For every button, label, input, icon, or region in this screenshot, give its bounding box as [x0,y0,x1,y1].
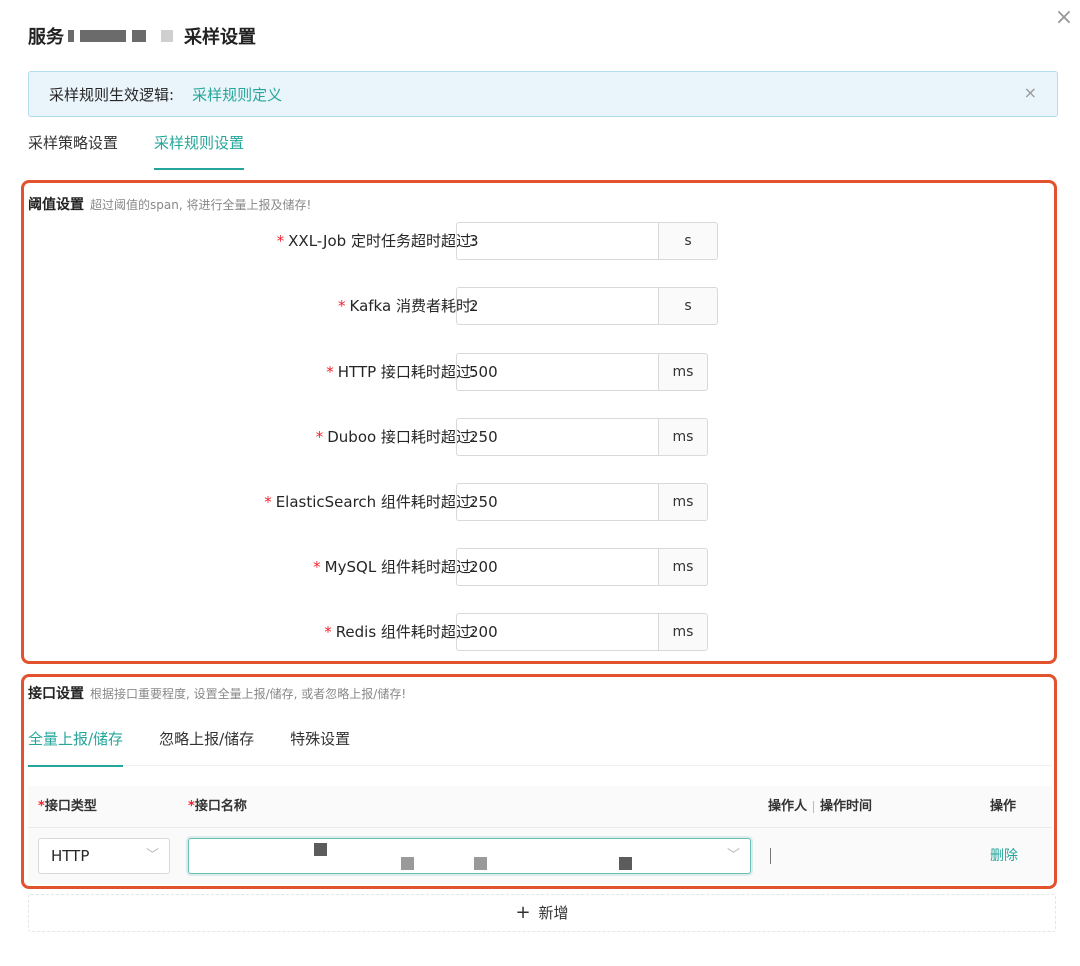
redacted-block [474,857,487,870]
delete-button[interactable]: 删除 [990,828,1018,884]
chevron-down-icon: ﹀ [726,848,740,863]
unit-addon: ms [658,353,708,391]
duboo-timeout-input[interactable]: 250 [456,418,658,456]
redacted-block [68,30,74,42]
unit-addon: ms [658,548,708,586]
tab-full-report[interactable]: 全量上报/储存 [28,724,124,767]
threshold-row-elasticsearch: * ElasticSearch 组件耗时超过: 250 ms [24,483,724,521]
col-operator-time: 操作人 操作时间 [768,799,873,814]
threshold-label: * Duboo 接口耗时超过: [315,428,476,446]
redacted-block [619,857,632,870]
threshold-row-mysql: * MySQL 组件耗时超过: 200 ms [24,548,724,586]
dialog-title: 服务 采样设置 [28,22,256,50]
mysql-timeout-input[interactable]: 200 [456,548,658,586]
notice-label: 采样规则生效逻辑: [49,85,175,104]
elasticsearch-timeout-input[interactable]: 250 [456,483,658,521]
table-row: HTTP ﹀ ﹀ 删除 [28,828,1052,884]
threshold-label: * Redis 组件耗时超过: [324,623,476,641]
threshold-section-header: 阈值设置 超过阈值的span, 将进行全量上报及储存! [28,194,311,214]
unit-addon: ms [658,613,708,651]
threshold-row-duboo: * Duboo 接口耗时超过: 250 ms [24,418,724,456]
threshold-label: * XXL-Job 定时任务超时超过: [276,232,476,250]
tab-ignore-report[interactable]: 忽略上报/储存 [159,724,254,766]
threshold-title: 阈值设置 [28,197,84,213]
chevron-down-icon: ﹀ [145,848,159,863]
redacted-block [132,30,146,42]
unit-addon: ms [658,483,708,521]
redacted-block [80,30,126,42]
threshold-label: * MySQL 组件耗时超过: [313,558,476,576]
redacted-block [401,857,414,870]
threshold-label: * ElasticSearch 组件耗时超过: [264,493,476,511]
tab-sampling-strategy[interactable]: 采样策略设置 [28,128,118,170]
redacted-block [161,30,173,42]
col-interface-name: *接口名称 [188,799,247,814]
http-timeout-input[interactable]: 500 [456,353,658,391]
add-row-button[interactable]: + 新增 [28,894,1056,932]
settings-tabs: 采样策略设置 采样规则设置 [28,128,280,170]
threshold-row-kafka: * Kafka 消费者耗时: 2 s [24,287,724,325]
notice-close-icon[interactable]: × [1024,83,1037,102]
plus-icon: + [515,902,531,923]
col-interface-type: *接口类型 [38,799,97,814]
unit-addon: ms [658,418,708,456]
threshold-row-redis: * Redis 组件耗时超过: 200 ms [24,613,724,651]
tab-sampling-rules[interactable]: 采样规则设置 [154,128,245,170]
tab-special-settings[interactable]: 特殊设置 [290,724,350,766]
text-cursor [770,848,771,864]
notice-banner: 采样规则生效逻辑: 采样规则定义 × [28,71,1058,117]
interface-name-select[interactable]: ﹀ [188,838,751,874]
threshold-label: * HTTP 接口耗时超过: [326,363,476,381]
redis-timeout-input[interactable]: 200 [456,613,658,651]
threshold-row-http: * HTTP 接口耗时超过: 500 ms [24,353,724,391]
title-suffix: 采样设置 [184,27,256,48]
close-icon[interactable]: × [1052,6,1076,30]
xxljob-timeout-input[interactable]: 3 [456,222,658,260]
interface-tabs: 全量上报/储存 忽略上报/储存 特殊设置 [28,724,1052,767]
unit-addon: s [658,287,718,325]
interface-section-header: 接口设置 根据接口重要程度, 设置全量上报/储存, 或者忽略上报/储存! [28,683,406,703]
notice-link[interactable]: 采样规则定义 [192,84,282,105]
title-prefix: 服务 [28,27,64,48]
threshold-row-xxljob: * XXL-Job 定时任务超时超过: 3 s [24,222,724,260]
threshold-desc: 超过阈值的span, 将进行全量上报及储存! [90,198,312,212]
unit-addon: s [658,222,718,260]
col-action: 操作 [990,799,1017,814]
interface-title: 接口设置 [28,686,84,702]
interface-type-select[interactable]: HTTP ﹀ [38,838,170,874]
interface-desc: 根据接口重要程度, 设置全量上报/储存, 或者忽略上报/储存! [90,687,407,701]
redacted-block [314,843,327,856]
table-header: *接口类型 *接口名称 操作人 操作时间 操作 [28,786,1052,828]
add-label: 新增 [538,904,569,922]
kafka-timeout-input[interactable]: 2 [456,287,658,325]
